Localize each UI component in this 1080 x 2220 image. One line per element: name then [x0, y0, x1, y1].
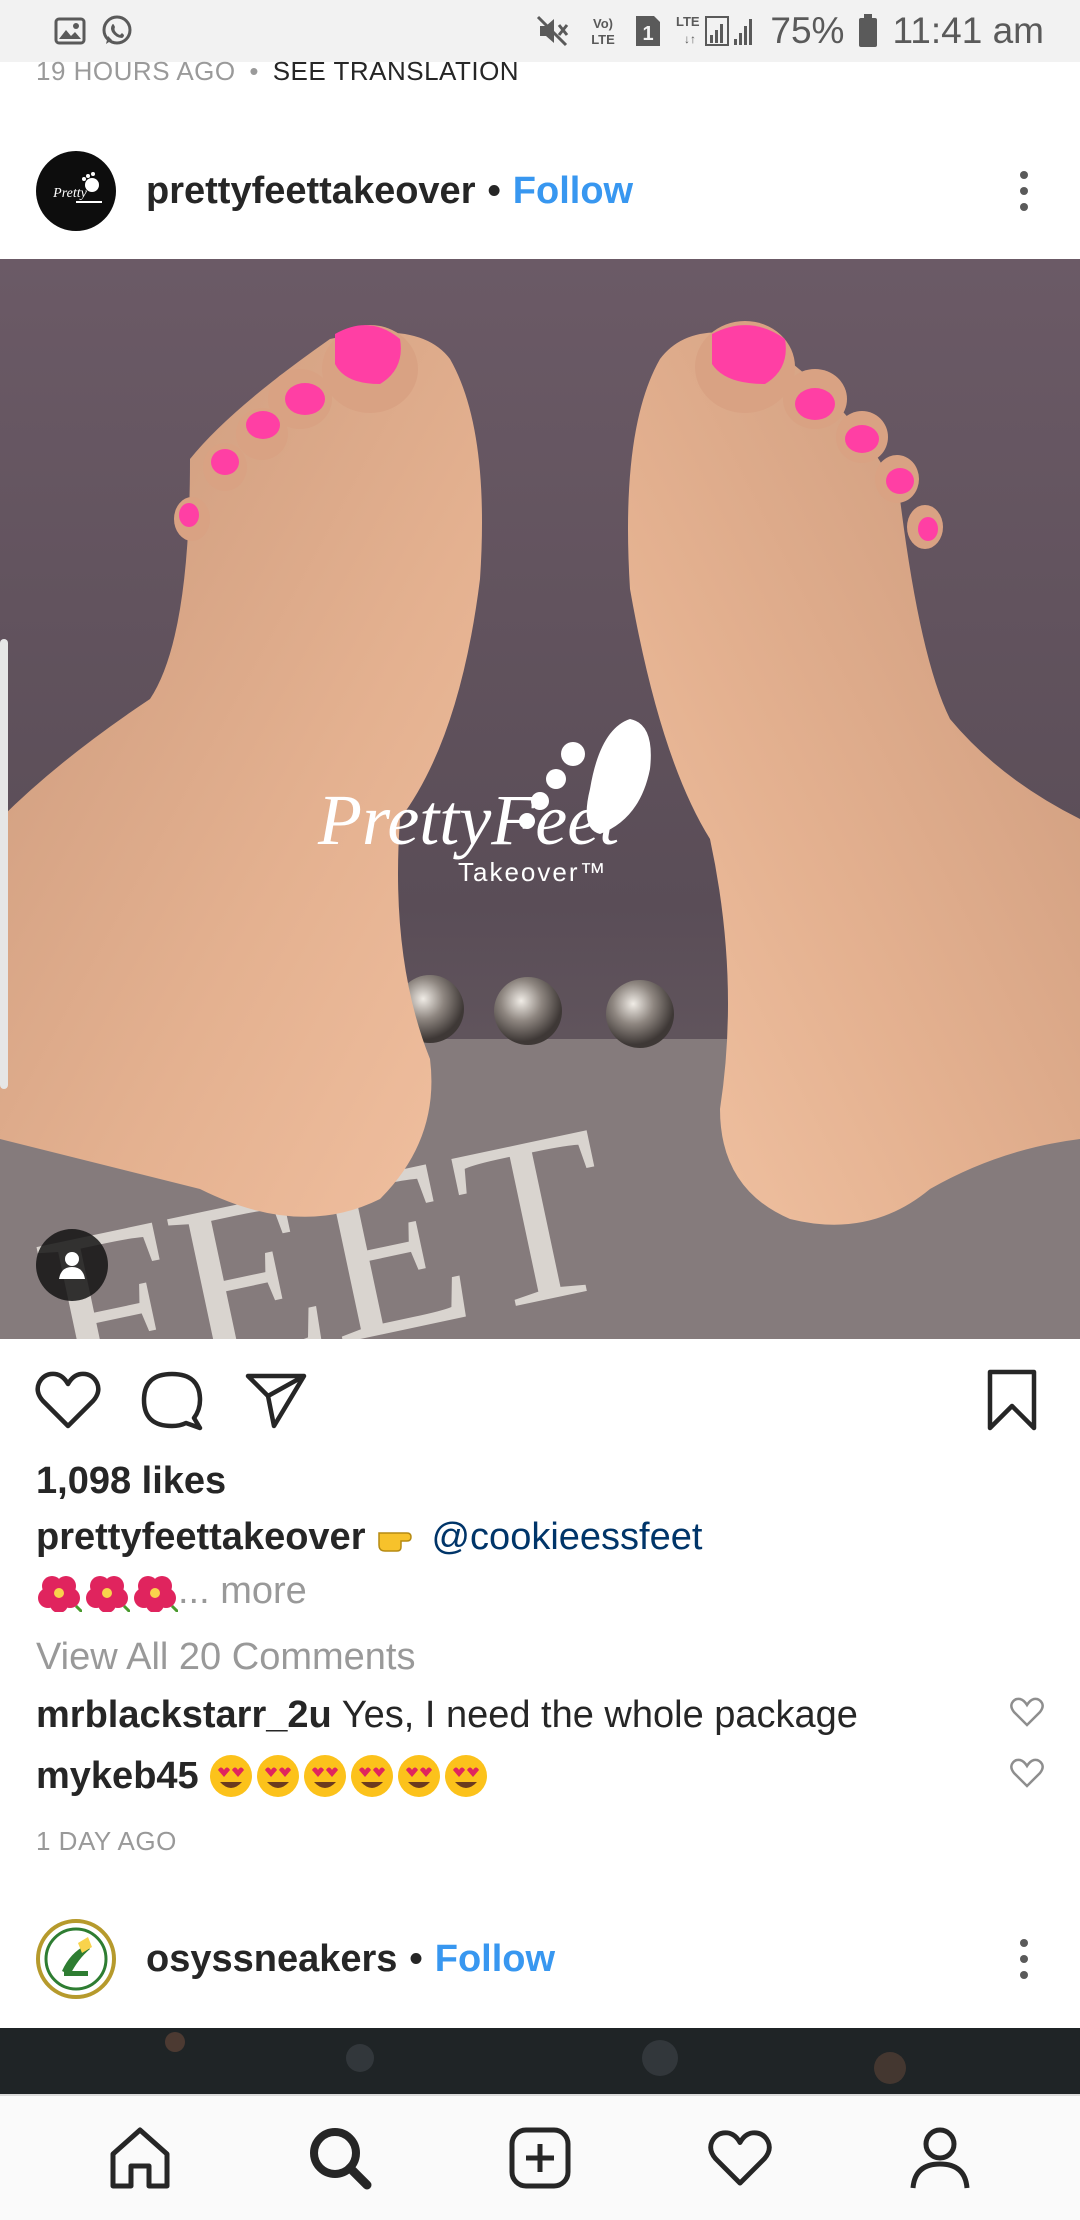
watermark-tagline: Takeover™ [458, 857, 608, 887]
post-username[interactable]: prettyfeettakeover [146, 170, 475, 213]
see-translation-link[interactable]: SEE TRANSLATION [273, 56, 519, 86]
whatsapp-notification-icon [100, 14, 134, 48]
svg-text:1: 1 [643, 23, 654, 45]
volte-icon: Vo) LTE [586, 14, 620, 48]
next-post-follow-button[interactable]: Follow [435, 1938, 555, 1981]
caption-username[interactable]: prettyfeettakeover [36, 1516, 365, 1559]
home-icon[interactable] [100, 2118, 180, 2198]
header-separator: • [409, 1937, 423, 1980]
svg-text:Pretty: Pretty [52, 186, 87, 201]
tagged-people-button[interactable] [36, 1229, 108, 1301]
view-all-comments-link[interactable]: View All 20 Comments [36, 1636, 415, 1679]
add-post-icon[interactable] [500, 2118, 580, 2198]
comment-username[interactable]: mykeb45 [36, 1755, 199, 1798]
header-separator: • [487, 169, 501, 212]
caption: prettyfeettakeover @cookieessfeet [36, 1516, 702, 1559]
next-post-avatar[interactable] [36, 1919, 116, 1999]
post-header-text: prettyfeettakeover • Follow [146, 170, 633, 213]
pointing-hand-emoji [377, 1523, 421, 1553]
post-header: Pretty prettyfeettakeover • Follow [0, 136, 1080, 246]
svg-text:Vo): Vo) [593, 16, 613, 31]
status-bar: Vo) LTE 1 LTE ↓↑ 75% 11:41 am [0, 0, 1080, 62]
svg-text:LTE: LTE [592, 32, 616, 47]
comment-row: mykeb45 [36, 1754, 1044, 1798]
heart-icon[interactable] [32, 1364, 104, 1436]
post-image[interactable]: FEET [0, 259, 1080, 1339]
sim-slot-icon: 1 [634, 14, 662, 48]
likes-count[interactable]: 1,098 likes [36, 1460, 226, 1503]
meta-separator: • [249, 56, 259, 86]
more-options-icon[interactable] [1004, 161, 1044, 221]
comment-text: Yes, I need the whole package [341, 1694, 858, 1736]
profile-icon[interactable] [900, 2118, 980, 2198]
comment-username[interactable]: mrblackstarr_2u [36, 1694, 332, 1737]
avatar[interactable]: Pretty [36, 151, 116, 231]
battery-icon [858, 14, 878, 48]
watermark-brand: PrettyFeet [318, 780, 620, 860]
follow-button[interactable]: Follow [513, 170, 633, 213]
gallery-notification-icon [54, 17, 86, 45]
send-icon[interactable] [240, 1364, 312, 1436]
person-icon [59, 1252, 85, 1279]
next-post-username[interactable]: osyssneakers [146, 1938, 397, 1981]
bookmark-icon[interactable] [976, 1364, 1048, 1436]
heart-eyes-emojis [209, 1754, 491, 1798]
caption-line-2: ... more [36, 1570, 307, 1613]
status-right: Vo) LTE 1 LTE ↓↑ 75% 11:41 am [536, 10, 1044, 52]
activity-heart-icon[interactable] [700, 2118, 780, 2198]
previous-post-meta: 19 HOURS AGO • SEE TRANSLATION [36, 56, 519, 87]
battery-percent: 75% [770, 10, 845, 51]
status-left [54, 14, 134, 48]
mute-icon [536, 15, 572, 47]
caption-mention[interactable]: @cookieessfeet [431, 1516, 702, 1559]
scroll-indicator [0, 639, 8, 1089]
next-post-image[interactable] [0, 2028, 1080, 2094]
comment-icon[interactable] [136, 1364, 208, 1436]
previous-post-time: 19 HOURS AGO [36, 56, 236, 86]
comment-like-heart-icon[interactable] [1010, 1694, 1044, 1737]
post-actions [0, 1360, 1080, 1440]
bottom-navigation [0, 2094, 1080, 2220]
comment-like-heart-icon[interactable] [1010, 1755, 1044, 1798]
next-post-header-text: osyssneakers • Follow [146, 1938, 555, 1981]
hibiscus-emoji [36, 1572, 178, 1612]
clock: 11:41 am [892, 10, 1044, 51]
next-post-header: osyssneakers • Follow [0, 1904, 1080, 2014]
svg-text:↓↑: ↓↑ [684, 32, 696, 46]
post-time-ago: 1 DAY AGO [36, 1826, 177, 1856]
lte-signal-icon: LTE ↓↑ [676, 13, 756, 49]
comment-row: mrblackstarr_2u Yes, I need the whole pa… [36, 1694, 1044, 1737]
search-icon[interactable] [300, 2118, 380, 2198]
svg-text:LTE: LTE [676, 14, 700, 29]
more-options-icon[interactable] [1004, 1929, 1044, 1989]
caption-more-link[interactable]: ... more [178, 1570, 307, 1613]
